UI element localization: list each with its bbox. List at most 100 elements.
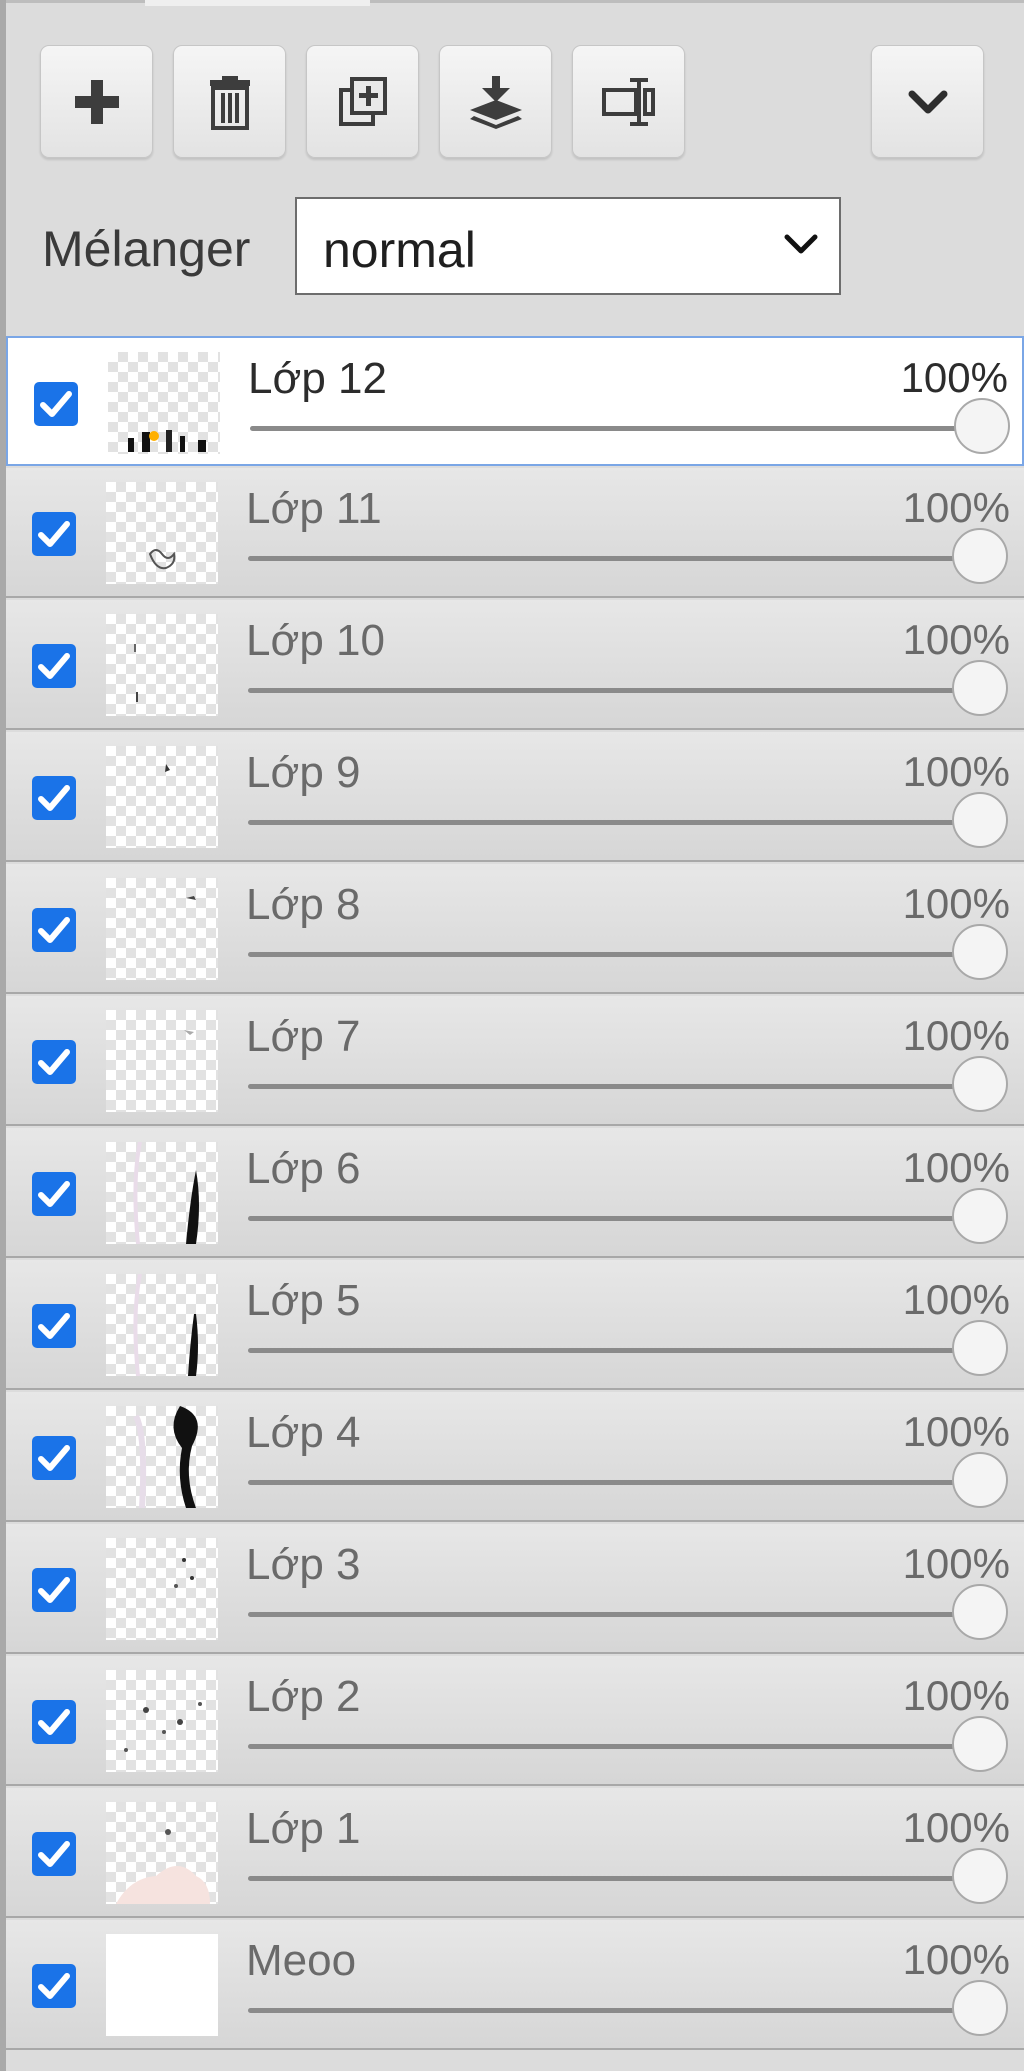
layer-row[interactable]: Lớp 8 100% — [6, 864, 1024, 994]
opacity-slider-handle[interactable] — [952, 1716, 1008, 1772]
layer-row[interactable]: Lớp 6 100% — [6, 1128, 1024, 1258]
layers-panel: Mélanger normal Lớp 12 100% Lớp 11 100% — [0, 0, 1024, 2071]
opacity-slider-track[interactable] — [248, 1084, 978, 1089]
layer-visibility-checkbox[interactable] — [32, 1436, 76, 1480]
layer-name[interactable]: Lớp 1 — [246, 1804, 361, 1854]
layer-row[interactable]: Lớp 5 100% — [6, 1260, 1024, 1390]
opacity-slider-handle[interactable] — [952, 924, 1008, 980]
opacity-slider-track[interactable] — [248, 1480, 978, 1485]
opacity-slider-handle[interactable] — [952, 660, 1008, 716]
layer-thumbnail[interactable] — [106, 482, 218, 584]
layer-thumbnail-art — [165, 764, 170, 772]
opacity-slider-track[interactable] — [250, 426, 980, 431]
layer-visibility-checkbox[interactable] — [32, 1700, 76, 1744]
plus-icon — [74, 79, 119, 124]
layer-row[interactable]: Lớp 2 100% — [6, 1656, 1024, 1786]
layer-row[interactable]: Lớp 1 100% — [6, 1788, 1024, 1918]
layer-name[interactable]: Lớp 11 — [246, 484, 382, 534]
layer-visibility-checkbox[interactable] — [34, 382, 78, 426]
layer-name[interactable]: Lớp 2 — [246, 1672, 361, 1722]
opacity-slider-track[interactable] — [248, 1348, 978, 1353]
layer-visibility-checkbox[interactable] — [32, 1964, 76, 2008]
panel-tab[interactable] — [145, 0, 370, 6]
merge-down-button[interactable] — [439, 45, 552, 158]
layer-row[interactable]: Lớp 4 100% — [6, 1392, 1024, 1522]
opacity-slider-track[interactable] — [248, 1876, 978, 1881]
layer-name[interactable]: Lớp 10 — [246, 616, 385, 666]
layer-thumbnail[interactable] — [106, 1802, 218, 1904]
layer-row[interactable]: Lớp 12 100% — [6, 336, 1024, 466]
layer-name[interactable]: Lớp 9 — [246, 748, 361, 798]
layer-thumbnail-art — [174, 1558, 194, 1588]
layer-name[interactable]: Lớp 7 — [246, 1012, 361, 1062]
layer-thumbnail[interactable] — [106, 1010, 218, 1112]
layer-visibility-checkbox[interactable] — [32, 1832, 76, 1876]
opacity-slider-handle[interactable] — [954, 398, 1010, 454]
layer-row[interactable]: Lớp 3 100% — [6, 1524, 1024, 1654]
opacity-slider-handle[interactable] — [952, 1452, 1008, 1508]
layer-name[interactable]: Lớp 5 — [246, 1276, 361, 1326]
layer-visibility-checkbox[interactable] — [32, 908, 76, 952]
merge-down-icon — [469, 75, 522, 129]
layer-opacity-value: 100% — [902, 1672, 1010, 1719]
layer-thumbnail[interactable] — [108, 352, 220, 454]
layer-row[interactable]: Lớp 9 100% — [6, 732, 1024, 862]
layer-row[interactable]: Meoo 100% — [6, 1920, 1024, 2050]
layer-thumbnail[interactable] — [106, 1670, 218, 1772]
layer-row[interactable]: Lớp 7 100% — [6, 996, 1024, 1126]
layer-visibility-checkbox[interactable] — [32, 776, 76, 820]
layer-visibility-checkbox[interactable] — [32, 1568, 76, 1612]
checkmark-icon — [38, 1445, 70, 1471]
checkmark-icon — [38, 1313, 70, 1339]
blend-mode-select[interactable]: normal — [295, 197, 841, 295]
layer-name[interactable]: Lớp 3 — [246, 1540, 361, 1590]
opacity-slider-track[interactable] — [248, 556, 978, 561]
layer-name[interactable]: Lớp 8 — [246, 880, 361, 930]
opacity-slider-track[interactable] — [248, 952, 978, 957]
checkmark-icon — [38, 653, 70, 679]
layer-name[interactable]: Lớp 12 — [248, 354, 387, 404]
layer-row[interactable]: Lớp 10 100% — [6, 600, 1024, 730]
add-layer-button[interactable] — [40, 45, 153, 158]
layer-visibility-checkbox[interactable] — [32, 1304, 76, 1348]
opacity-slider-track[interactable] — [248, 688, 978, 693]
opacity-slider-handle[interactable] — [952, 1584, 1008, 1640]
opacity-slider-handle[interactable] — [952, 1848, 1008, 1904]
layer-thumbnail[interactable] — [106, 746, 218, 848]
layer-thumbnail[interactable] — [106, 878, 218, 980]
layer-thumbnail[interactable] — [106, 1538, 218, 1640]
layer-visibility-checkbox[interactable] — [32, 1172, 76, 1216]
layer-name[interactable]: Lớp 4 — [246, 1408, 361, 1458]
opacity-slider-track[interactable] — [248, 1744, 978, 1749]
more-options-button[interactable] — [871, 45, 984, 158]
layer-thumbnail-art — [184, 1030, 194, 1035]
delete-layer-button[interactable] — [173, 45, 286, 158]
layer-visibility-checkbox[interactable] — [32, 644, 76, 688]
opacity-slider-track[interactable] — [248, 1216, 978, 1221]
layer-name[interactable]: Lớp 6 — [246, 1144, 361, 1194]
opacity-slider-handle[interactable] — [952, 792, 1008, 848]
opacity-slider-handle[interactable] — [952, 1188, 1008, 1244]
layer-opacity-value: 100% — [902, 1144, 1010, 1191]
opacity-slider-handle[interactable] — [952, 1056, 1008, 1112]
opacity-slider-handle[interactable] — [952, 1320, 1008, 1376]
opacity-slider-handle[interactable] — [952, 1980, 1008, 2036]
layer-thumbnail[interactable] — [106, 1934, 218, 2036]
chevron-down-icon — [784, 234, 818, 254]
layer-thumbnail[interactable] — [106, 1406, 218, 1508]
layer-row[interactable]: Lớp 11 100% — [6, 468, 1024, 598]
chevron-down-icon — [908, 90, 947, 113]
opacity-slider-track[interactable] — [248, 1612, 978, 1617]
layer-thumbnail[interactable] — [106, 1142, 218, 1244]
rename-layer-button[interactable] — [572, 45, 685, 158]
layer-thumbnail-art — [148, 549, 176, 570]
layer-thumbnail[interactable] — [106, 1274, 218, 1376]
opacity-slider-handle[interactable] — [952, 528, 1008, 584]
opacity-slider-track[interactable] — [248, 2008, 978, 2013]
layer-name[interactable]: Meoo — [246, 1936, 356, 1986]
layer-visibility-checkbox[interactable] — [32, 512, 76, 556]
duplicate-layer-button[interactable] — [306, 45, 419, 158]
opacity-slider-track[interactable] — [248, 820, 978, 825]
layer-visibility-checkbox[interactable] — [32, 1040, 76, 1084]
layer-thumbnail[interactable] — [106, 614, 218, 716]
